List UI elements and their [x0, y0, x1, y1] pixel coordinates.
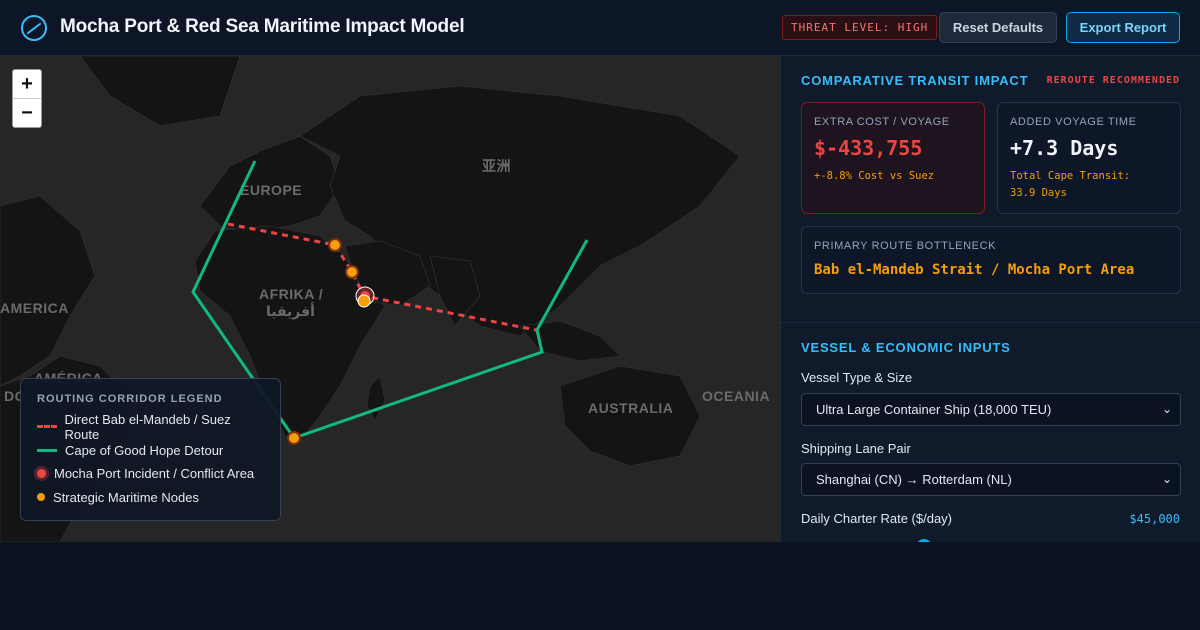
legend-label: Direct Bab el-Mandeb / Suez Route	[64, 411, 231, 442]
inputs-section-title: VESSEL & ECONOMIC INPUTS	[801, 340, 1011, 355]
legend-title: ROUTING CORRIDOR LEGEND	[37, 393, 223, 405]
export-report-button[interactable]: Export Report	[1066, 12, 1180, 43]
bottleneck-card: PRIMARY ROUTE BOTTLENECK Bab el-Mandeb S…	[801, 226, 1181, 294]
reset-defaults-button[interactable]: Reset Defaults	[939, 12, 1057, 43]
total-transit-label: Total Cape Transit:	[1010, 170, 1131, 182]
node-red-sea[interactable]	[345, 265, 359, 279]
zoom-control: + −	[12, 69, 42, 128]
node-suez[interactable]	[328, 238, 342, 252]
section-divider	[781, 322, 1200, 323]
extra-cost-card: EXTRA COST / VOYAGE $-433,755 +-8.8% Cos…	[801, 102, 985, 214]
shipping-lane-value: Shanghai (CN) → Rotterdam (NL)	[816, 472, 1012, 487]
shipping-lane-label: Shipping Lane Pair	[801, 441, 911, 456]
added-time-card: ADDED VOYAGE TIME +7.3 Days Total Cape T…	[997, 102, 1181, 214]
cost-delta-text: +-8.8% Cost vs Suez	[814, 170, 935, 182]
zoom-out-button[interactable]: −	[13, 99, 41, 128]
legend-label: Strategic Maritime Nodes	[53, 489, 199, 505]
app-header: Mocha Port & Red Sea Maritime Impact Mod…	[0, 0, 1200, 56]
node-cape-of-good-hope[interactable]	[287, 431, 301, 445]
total-transit-value: 33.9 Days	[1010, 187, 1067, 199]
impact-section-title: COMPARATIVE TRANSIT IMPACT	[801, 73, 1029, 88]
reroute-badge: REROUTE RECOMMENDED	[1046, 75, 1180, 86]
legend-label: Cape of Good Hope Detour	[65, 442, 224, 458]
side-panel: COMPARATIVE TRANSIT IMPACT REROUTE RECOM…	[780, 56, 1200, 542]
world-map[interactable]: EUROPE 亚洲 AFRIKA / أفريقيا AMERICA AMÉRI…	[0, 56, 780, 542]
page-background	[0, 542, 780, 630]
page-title: Mocha Port & Red Sea Maritime Impact Mod…	[60, 16, 465, 37]
added-time-value: +7.3 Days	[1010, 136, 1119, 160]
red-dot-icon	[37, 469, 46, 479]
suez-direct-route[interactable]	[227, 222, 537, 332]
shipping-lane-select[interactable]: Shanghai (CN) → Rotterdam (NL) ⌄	[801, 463, 1181, 496]
bottleneck-value: Bab el-Mandeb Strait / Mocha Port Area	[814, 262, 1135, 278]
threat-level-badge: THREAT LEVEL: HIGH	[782, 15, 938, 40]
legend-label: Mocha Port Incident / Conflict Area	[54, 466, 255, 482]
vessel-type-select[interactable]: Ultra Large Container Ship (18,000 TEU) …	[801, 393, 1181, 426]
total-transit-text: Total Cape Transit: 33.9 Days	[1010, 168, 1168, 202]
routing-legend: ROUTING CORRIDOR LEGEND Direct Bab el-Ma…	[20, 378, 281, 521]
node-bab-el-mandeb[interactable]	[357, 294, 371, 308]
chevron-down-icon: ⌄	[1161, 402, 1172, 416]
vessel-type-label: Vessel Type & Size	[801, 370, 913, 385]
charter-rate-slider-handle[interactable]	[916, 539, 932, 542]
extra-cost-value: $-433,755	[814, 136, 923, 160]
legend-item-nodes: Strategic Maritime Nodes	[37, 486, 264, 510]
card-label: PRIMARY ROUTE BOTTLENECK	[814, 240, 997, 252]
legend-item-suez: Direct Bab el-Mandeb / Suez Route	[37, 411, 264, 442]
chevron-down-icon: ⌄	[1161, 472, 1172, 486]
card-label: ADDED VOYAGE TIME	[1010, 116, 1137, 128]
solid-line-swatch-icon	[37, 448, 57, 452]
orange-dot-icon	[37, 493, 45, 502]
zoom-in-button[interactable]: +	[13, 70, 41, 99]
compass-logo-icon	[21, 15, 47, 41]
charter-rate-value: $45,000	[1129, 512, 1180, 526]
legend-item-incident: Mocha Port Incident / Conflict Area	[37, 462, 264, 486]
charter-rate-label: Daily Charter Rate ($/day)	[801, 511, 952, 526]
dashed-line-swatch-icon	[37, 425, 57, 429]
vessel-type-value: Ultra Large Container Ship (18,000 TEU)	[816, 402, 1052, 417]
card-label: EXTRA COST / VOYAGE	[814, 116, 950, 128]
legend-item-cape: Cape of Good Hope Detour	[37, 439, 264, 463]
